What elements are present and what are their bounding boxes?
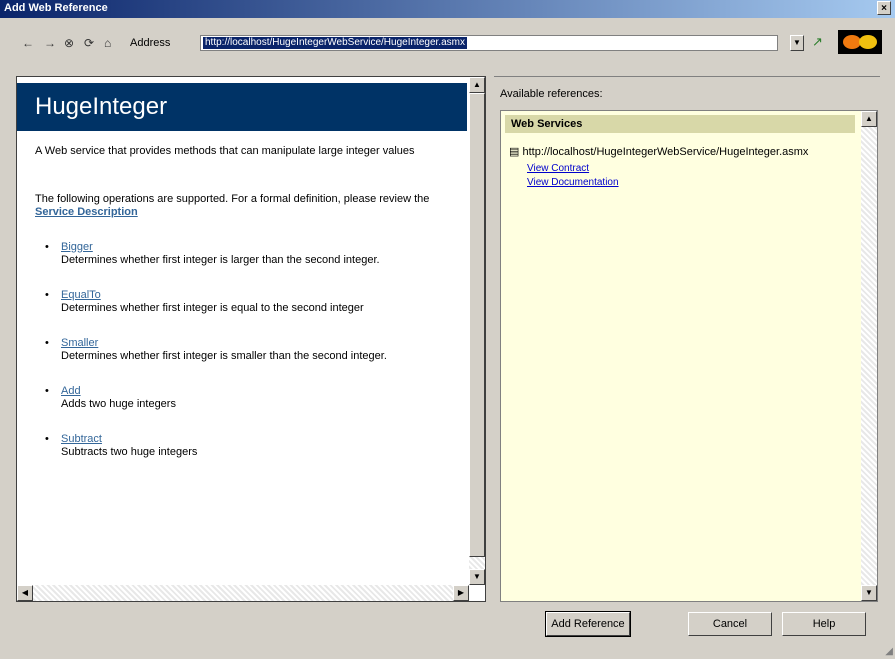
service-title: HugeInteger (35, 93, 168, 120)
operation-description: Determines whether first integer is smal… (61, 350, 387, 362)
service-description: A Web service that provides methods that… (35, 145, 415, 157)
list-item: • Smaller Determines whether first integ… (45, 337, 387, 362)
brand-logo (838, 30, 882, 54)
available-references-panel: Web Services ▤ http://localhost/HugeInte… (500, 110, 878, 602)
address-value: http://localhost/HugeIntegerWebService/H… (203, 37, 467, 49)
view-documentation-link[interactable]: View Documentation (527, 177, 619, 188)
vertical-scrollbar[interactable]: ▲ ▼ (469, 77, 485, 585)
operations-intro: The following operations are supported. … (35, 193, 430, 218)
cancel-button[interactable]: Cancel (688, 612, 772, 636)
scroll-down-button[interactable]: ▼ (861, 585, 877, 601)
horizontal-scrollbar[interactable]: ◀ ▶ (17, 585, 469, 601)
operation-description: Subtracts two huge integers (61, 446, 198, 458)
scroll-left-button[interactable]: ◀ (17, 585, 33, 601)
scroll-up-button[interactable]: ▲ (469, 77, 485, 93)
web-service-icon: ▤ (509, 146, 520, 158)
service-description-link[interactable]: Service Description (35, 206, 138, 218)
view-contract-link[interactable]: View Contract (527, 163, 589, 174)
operation-link-bigger[interactable]: Bigger (61, 241, 93, 253)
operations-list: • Bigger Determines whether first intege… (45, 241, 451, 481)
web-services-header: Web Services (505, 115, 855, 133)
page-header: HugeInteger (17, 83, 467, 131)
list-item: • EqualTo Determines whether first integ… (45, 289, 364, 314)
scroll-down-button[interactable]: ▼ (469, 569, 485, 585)
divider (494, 76, 880, 77)
go-icon[interactable]: ↗ (812, 34, 823, 50)
operation-link-add[interactable]: Add (61, 385, 81, 397)
operation-link-subtract[interactable]: Subtract (61, 433, 102, 445)
operation-description: Determines whether first integer is larg… (61, 254, 380, 266)
home-icon[interactable]: ⌂ (104, 36, 111, 50)
operation-description: Adds two huge integers (61, 398, 176, 410)
references-scrollbar[interactable]: ▲ ▼ (861, 111, 877, 601)
scroll-right-button[interactable]: ▶ (453, 585, 469, 601)
close-button[interactable]: × (877, 1, 891, 15)
list-item: • Subtract Subtracts two huge integers (45, 433, 198, 458)
list-item: • Bigger Determines whether first intege… (45, 241, 380, 266)
available-references-label: Available references: (500, 88, 603, 100)
stop-icon[interactable]: ⊗ (64, 36, 74, 50)
operation-link-equalto[interactable]: EqualTo (61, 289, 101, 301)
scroll-up-button[interactable]: ▲ (861, 111, 877, 127)
refresh-icon[interactable]: ⟳ (84, 36, 94, 50)
scroll-thumb[interactable] (469, 93, 485, 557)
list-item: • Add Adds two huge integers (45, 385, 176, 410)
operation-link-smaller[interactable]: Smaller (61, 337, 98, 349)
back-arrow-icon[interactable]: ← (22, 36, 34, 50)
toolbar: ← → ⊗ ⟳ ⌂ Address http://localhost/HugeI… (0, 30, 895, 58)
service-browser-pane: HugeInteger A Web service that provides … (16, 76, 486, 602)
title-bar: Add Web Reference × (0, 0, 895, 18)
forward-arrow-icon[interactable]: → (44, 36, 56, 50)
address-dropdown-button[interactable]: ▼ (790, 35, 804, 51)
resize-grip-icon[interactable]: ◢ (885, 646, 893, 657)
address-input[interactable]: http://localhost/HugeIntegerWebService/H… (200, 35, 778, 51)
address-label: Address (130, 37, 171, 49)
operation-description: Determines whether first integer is equa… (61, 302, 364, 314)
add-reference-button[interactable]: Add Reference (545, 611, 631, 637)
window-title: Add Web Reference (4, 2, 108, 14)
help-button[interactable]: Help (782, 612, 866, 636)
service-found-text: ▤ http://localhost/HugeIntegerWebService… (509, 146, 809, 158)
